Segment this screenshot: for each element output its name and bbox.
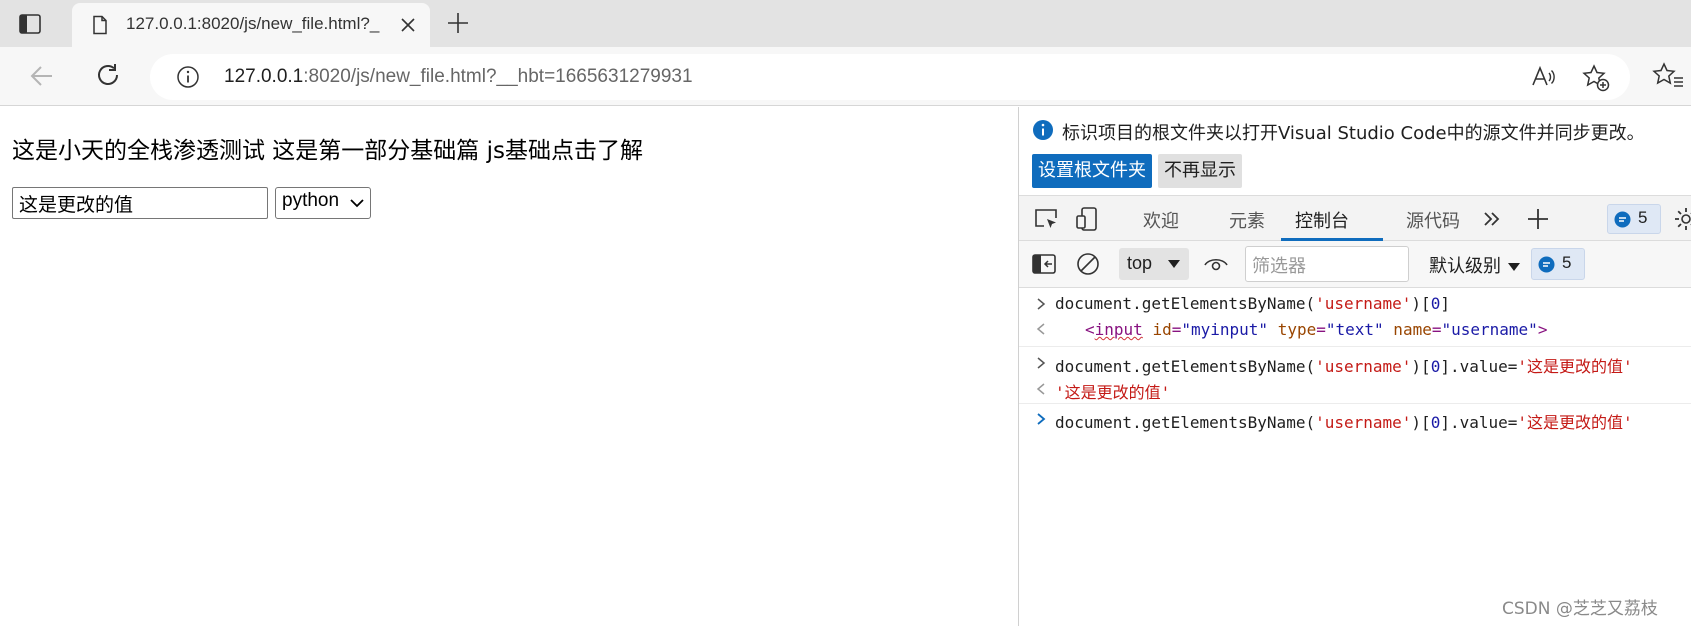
devtools-tab-bar: 欢迎 元素 控制台 源代码 5	[1019, 195, 1691, 241]
add-tab-icon[interactable]	[1525, 206, 1551, 232]
favorites-icon[interactable]	[1652, 61, 1684, 91]
input-prompt-icon	[1037, 298, 1046, 310]
back-arrow-icon[interactable]	[28, 62, 56, 90]
log-level-value: 默认级别	[1429, 256, 1501, 277]
info-message: 标识项目的根文件夹以打开Visual Studio Code中的源文件并同步更改…	[1062, 123, 1645, 144]
output-arrow-icon	[1036, 383, 1045, 395]
language-select-value: python	[282, 190, 340, 211]
web-page: 这是小天的全栈渗透测试 这是第一部分基础篇 js基础点击了解 这是更改的值 py…	[0, 107, 1018, 626]
input-prompt-icon	[1037, 357, 1046, 369]
issues-badge[interactable]: 5	[1531, 248, 1585, 280]
console-result-string[interactable]: '这是更改的值'	[1055, 379, 1170, 403]
vscode-info-bar: 标识项目的根文件夹以打开Visual Studio Code中的源文件并同步更改…	[1019, 107, 1691, 195]
tab-actions-icon[interactable]	[18, 12, 42, 36]
address-bar[interactable]: 127.0.0.1:8020/js/new_file.html?__hbt=16…	[150, 54, 1630, 100]
watermark: CSDN @芝芝又荔枝	[1502, 599, 1658, 619]
close-tab-icon[interactable]	[398, 15, 418, 35]
tab-welcome[interactable]: 欢迎	[1143, 207, 1179, 233]
tab-title: 127.0.0.1:8020/js/new_file.html?_	[126, 14, 380, 33]
live-expression-eye-icon[interactable]	[1203, 251, 1229, 277]
messages-badge[interactable]: 5	[1607, 204, 1661, 234]
set-root-folder-button[interactable]: 设置根文件夹	[1032, 154, 1152, 188]
tab-console[interactable]: 控制台	[1295, 207, 1349, 233]
console-prompt[interactable]: document.getElementsByName('username')[0…	[1019, 404, 1691, 434]
url-text[interactable]: 127.0.0.1:8020/js/new_file.html?__hbt=16…	[224, 66, 693, 88]
issues-count: 5	[1562, 253, 1572, 272]
tab-elements[interactable]: 元素	[1229, 207, 1265, 233]
caret-down-icon	[1508, 263, 1520, 271]
chevron-down-icon	[350, 199, 364, 208]
site-info-icon[interactable]	[176, 65, 200, 89]
message-icon	[1614, 211, 1631, 228]
reload-icon[interactable]	[94, 61, 122, 89]
devtools-panel: 标识项目的根文件夹以打开Visual Studio Code中的源文件并同步更改…	[1018, 107, 1691, 626]
language-select[interactable]: python	[275, 187, 371, 219]
page-icon	[90, 15, 110, 35]
info-icon	[1032, 119, 1054, 141]
console-entry: document.getElementsByName('username')[0…	[1019, 347, 1691, 404]
console-command[interactable]: document.getElementsByName('username')[0…	[1055, 294, 1450, 313]
new-tab-icon[interactable]	[446, 11, 470, 35]
username-input[interactable]: 这是更改的值	[12, 187, 268, 219]
caret-down-icon	[1168, 260, 1180, 268]
console-entry: document.getElementsByName('username')[0…	[1019, 289, 1691, 347]
console-command[interactable]: document.getElementsByName('username')[0…	[1055, 353, 1633, 377]
console-output[interactable]: document.getElementsByName('username')[0…	[1019, 289, 1691, 626]
add-favorite-icon[interactable]	[1582, 64, 1610, 92]
messages-count: 5	[1638, 208, 1648, 227]
dont-show-again-button[interactable]: 不再显示	[1158, 154, 1242, 188]
prompt-chevron-icon	[1037, 413, 1046, 425]
inspect-element-icon[interactable]	[1033, 206, 1059, 232]
console-toolbar: top 筛选器 默认级别 5	[1019, 241, 1691, 288]
url-host: 127.0.0.1	[224, 66, 304, 87]
sidebar-toggle-icon[interactable]	[1031, 251, 1057, 277]
console-prompt-input[interactable]: document.getElementsByName('username')[0…	[1055, 409, 1633, 433]
browser-tab[interactable]: 127.0.0.1:8020/js/new_file.html?_	[72, 3, 430, 47]
message-icon	[1538, 256, 1555, 273]
output-arrow-icon	[1036, 323, 1045, 335]
console-result-element[interactable]: <input id="myinput" type="text" name="us…	[1085, 320, 1547, 339]
tab-sources[interactable]: 源代码	[1406, 207, 1460, 233]
console-filter-input[interactable]: 筛选器	[1245, 246, 1409, 282]
context-select[interactable]: top	[1119, 248, 1189, 280]
settings-gear-icon[interactable]	[1673, 206, 1691, 232]
device-emulation-icon[interactable]	[1075, 206, 1101, 232]
clear-console-icon[interactable]	[1075, 251, 1101, 277]
tab-strip: 127.0.0.1:8020/js/new_file.html?_	[0, 0, 1691, 47]
context-value: top	[1127, 253, 1153, 273]
browser-toolbar: 127.0.0.1:8020/js/new_file.html?__hbt=16…	[0, 47, 1691, 106]
log-level-select[interactable]: 默认级别	[1429, 252, 1521, 278]
read-aloud-icon[interactable]	[1530, 64, 1556, 90]
page-heading[interactable]: 这是小天的全栈渗透测试 这是第一部分基础篇 js基础点击了解	[12, 131, 643, 165]
more-tabs-icon[interactable]	[1479, 206, 1505, 232]
url-path: :8020/js/new_file.html?__hbt=16656312799…	[303, 66, 693, 87]
